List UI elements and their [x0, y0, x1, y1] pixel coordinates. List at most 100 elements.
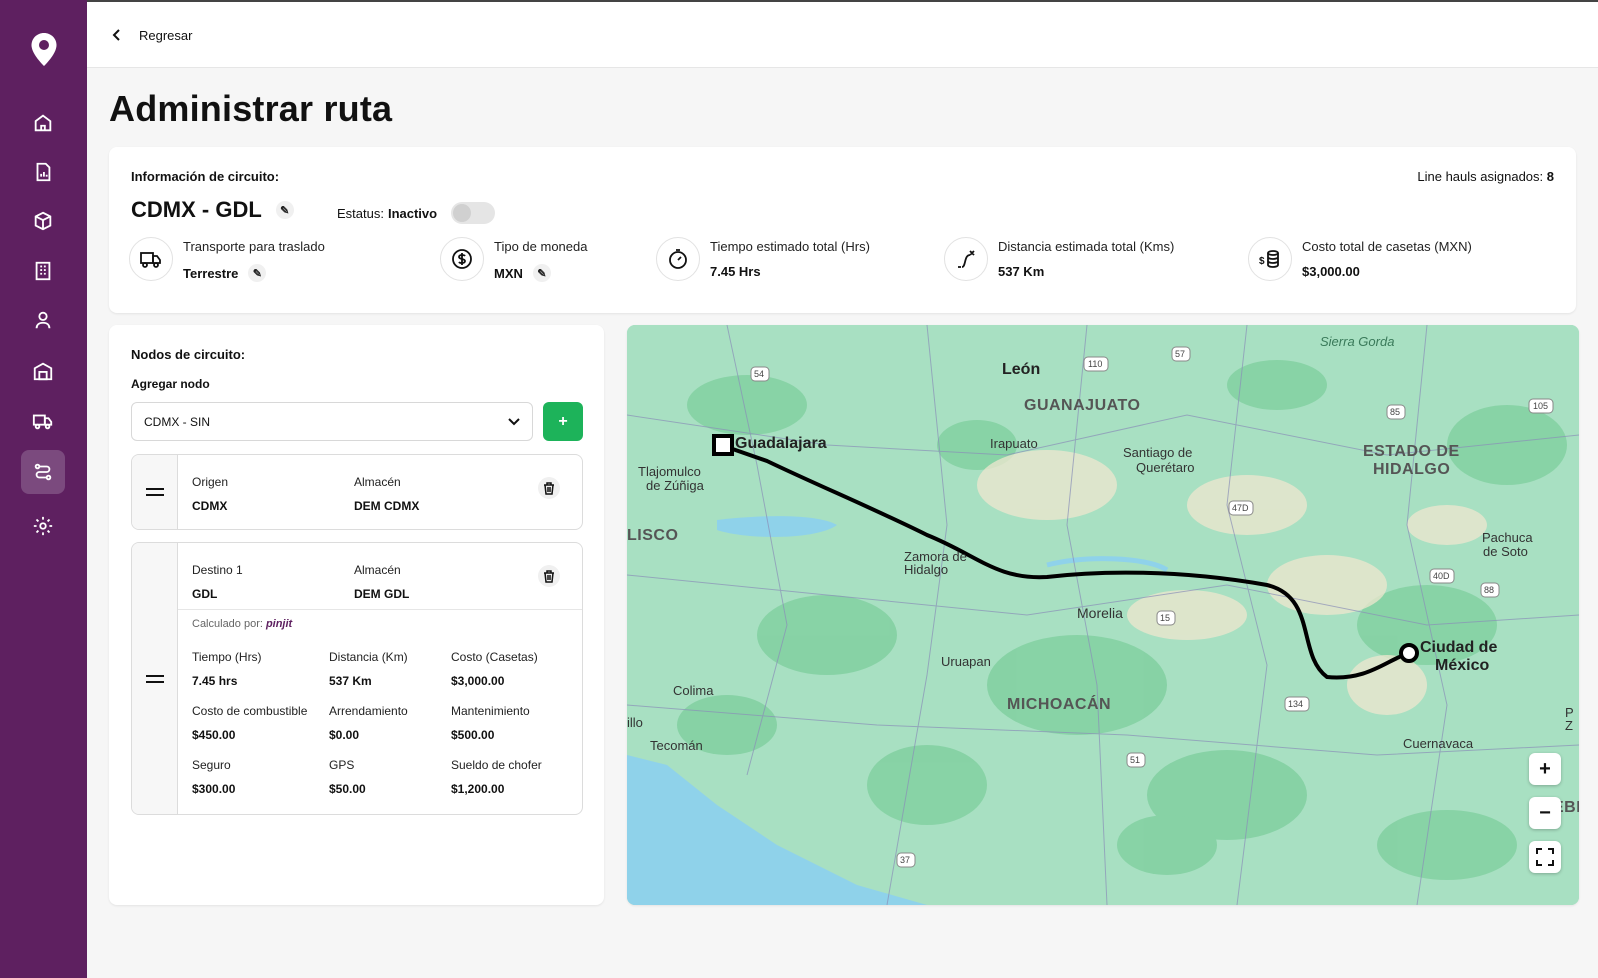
linehauls-label: Line hauls asignados:: [1417, 169, 1544, 184]
driver-salary-label: Sueldo de chofer: [451, 758, 542, 772]
map-label: de Soto: [1483, 544, 1528, 559]
insurance-value: $300.00: [192, 782, 236, 796]
svg-text:$: $: [1259, 256, 1265, 267]
linehauls-value: 8: [1546, 169, 1554, 184]
origin-marker: [712, 434, 734, 456]
road-label: 40D: [1433, 571, 1450, 581]
building-icon[interactable]: [21, 249, 65, 293]
map-label: Tlajomulco: [638, 464, 701, 479]
map-label: Hidalgo: [904, 562, 949, 577]
map-label: Querétaro: [1136, 460, 1195, 475]
map-label: GUANAJUATO: [1024, 397, 1141, 414]
reports-icon[interactable]: [21, 150, 65, 194]
tolls-label: Costo (Casetas): [451, 650, 538, 664]
road-label: 85: [1390, 407, 1400, 417]
road-label: 105: [1533, 401, 1548, 411]
drag-handle-icon[interactable]: [132, 455, 178, 529]
zoom-in-button[interactable]: +: [1529, 753, 1561, 785]
back-label: Regresar: [139, 27, 193, 43]
dollar-icon: [440, 237, 484, 281]
stat-transport: Transporte para traslado Terrestre ✎: [129, 237, 325, 282]
map-label: Tecomán: [650, 738, 703, 753]
origin-label: Origen: [192, 475, 229, 489]
stat-value: MXN: [494, 265, 523, 281]
add-node-button[interactable]: +: [543, 402, 583, 441]
status: Estatus: Inactivo: [337, 202, 496, 224]
circuit-info-label: Información de circuito:: [131, 169, 280, 184]
status-label: Estatus:: [337, 205, 384, 221]
sidebar: [0, 0, 87, 978]
stat-currency: Tipo de moneda MXN ✎: [440, 237, 587, 282]
coins-icon: $: [1248, 237, 1292, 281]
node-select[interactable]: CDMX - SIN: [131, 402, 533, 441]
trash-icon[interactable]: [538, 565, 560, 587]
warehouse-value: DEM CDMX: [354, 499, 420, 513]
distance-icon: [944, 237, 988, 281]
lease-value: $0.00: [329, 728, 360, 742]
trash-icon[interactable]: [538, 477, 560, 499]
driver-salary-value: $1,200.00: [451, 782, 505, 796]
circuit-name: CDMX - GDL ✎: [131, 197, 294, 223]
fuel-value: $450.00: [192, 728, 236, 742]
map-label: illo: [627, 715, 643, 730]
stat-title: Costo total de casetas (MXN): [1302, 239, 1472, 254]
calculated-by: Calculado por: pinjit: [192, 618, 292, 630]
stat-distance: Distancia estimada total (Kms) 537 Km: [944, 237, 1174, 281]
destination-value: GDL: [192, 587, 218, 601]
maintenance-label: Mantenimiento: [451, 704, 530, 718]
insurance-label: Seguro: [192, 758, 231, 772]
map-label: Z: [1565, 718, 1573, 733]
road-label: 47D: [1232, 503, 1249, 513]
edit-name-pencil-icon[interactable]: ✎: [275, 201, 294, 219]
circuit-nodes-card: Nodos de circuito: Agregar nodo CDMX - S…: [109, 325, 604, 905]
map-label: México: [1435, 657, 1490, 674]
map-label: Sierra Gorda: [1320, 334, 1395, 349]
warehouse-icon[interactable]: [21, 349, 65, 393]
stat-value: 537 Km: [998, 264, 1045, 279]
gear-icon[interactable]: [21, 504, 65, 548]
map-label: Guadalajara: [735, 435, 827, 452]
back-button[interactable]: Regresar: [109, 27, 192, 43]
edit-transport-pencil-icon[interactable]: ✎: [248, 264, 267, 282]
edit-currency-pencil-icon[interactable]: ✎: [532, 264, 551, 282]
map-label: Morelia: [1077, 605, 1123, 621]
map-label: Colima: [673, 683, 714, 698]
road-label: 110: [1088, 359, 1102, 369]
tolls-value: $3,000.00: [451, 674, 505, 688]
stat-title: Distancia estimada total (Kms): [998, 239, 1175, 254]
drag-handle-icon[interactable]: [132, 543, 178, 814]
truck-icon: [129, 237, 173, 281]
map-label: Cuernavaca: [1403, 736, 1474, 751]
calculated-by-label: Calculado por:: [192, 618, 263, 630]
pinjit-logo: pinjit: [265, 618, 293, 630]
road-label: 51: [1130, 755, 1140, 765]
fullscreen-button[interactable]: [1529, 841, 1561, 873]
road-label: 15: [1160, 613, 1170, 623]
node-destination: Destino 1 GDL Almacén DEM GDL Calculado po…: [131, 542, 583, 815]
origin-value: CDMX: [192, 499, 228, 513]
status-toggle[interactable]: [451, 202, 496, 224]
map-label: Uruapan: [941, 654, 991, 669]
stat-title: Transporte para traslado: [183, 239, 325, 254]
node-select-value: CDMX - SIN: [144, 414, 210, 429]
linehauls-count: Line hauls asignados: 8: [1417, 169, 1554, 184]
add-node-label: Agregar nodo: [131, 377, 210, 391]
maintenance-value: $500.00: [451, 728, 495, 742]
stopwatch-icon: [656, 237, 700, 281]
gps-value: $50.00: [329, 782, 366, 796]
user-icon[interactable]: [21, 298, 65, 342]
distance-value: 537 Km: [329, 674, 372, 688]
box-icon[interactable]: [21, 199, 65, 243]
zoom-out-button[interactable]: −: [1529, 797, 1561, 829]
route-icon[interactable]: [21, 450, 65, 494]
location-pin-logo-icon[interactable]: [29, 32, 59, 68]
route-map[interactable]: 54 110 57 85 105 47D 40D 88 15 134 51 37…: [627, 325, 1579, 905]
warehouse-label: Almacén: [354, 563, 401, 577]
destination-marker: [1399, 643, 1419, 663]
truck-icon[interactable]: [21, 399, 65, 443]
stat-value: 7.45 Hrs: [710, 264, 761, 279]
home-icon[interactable]: [21, 101, 65, 145]
road-label: 88: [1484, 585, 1494, 595]
stat-time: Tiempo estimado total (Hrs) 7.45 Hrs: [656, 237, 870, 281]
map-label: ESTADO DE: [1363, 443, 1460, 460]
